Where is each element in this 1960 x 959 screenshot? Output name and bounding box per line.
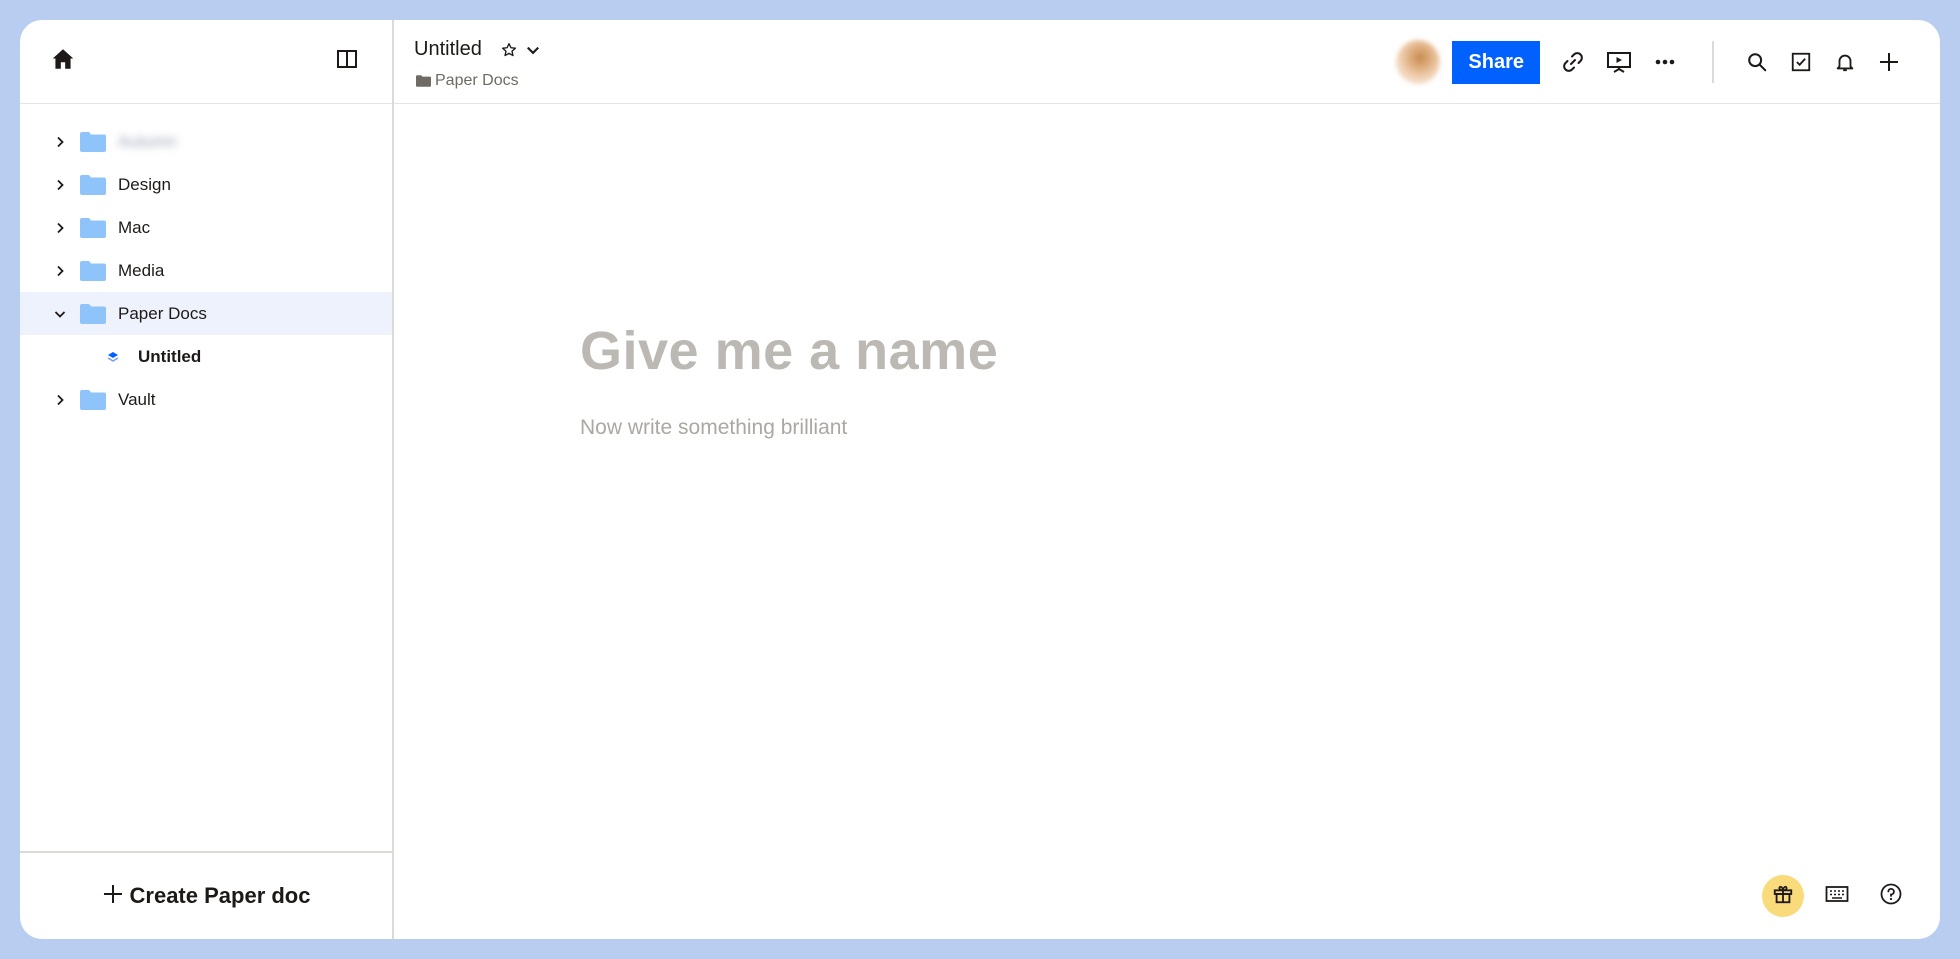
sidebar-item-folder[interactable]: Autumn: [20, 120, 392, 163]
folder-icon: [80, 217, 108, 239]
doc-title-row: Untitled: [414, 38, 544, 61]
folder-icon: [80, 260, 108, 282]
search-icon[interactable]: [1737, 42, 1777, 82]
folder-tree: Autumn Design Mac Media Paper Docs Untit…: [20, 104, 392, 851]
gift-icon: [1772, 883, 1794, 910]
link-icon[interactable]: [1553, 42, 1593, 82]
sidebar-item-label: Untitled: [138, 346, 202, 366]
help-icon: [1879, 882, 1903, 911]
footer-actions: [1762, 875, 1912, 917]
chevron-down-icon[interactable]: [522, 39, 544, 61]
bell-icon[interactable]: [1825, 42, 1865, 82]
sidebar-item-untitled-doc[interactable]: Untitled: [20, 335, 392, 378]
chevron-right-icon[interactable]: [50, 218, 70, 238]
app-window: Autumn Design Mac Media Paper Docs Untit…: [20, 20, 1940, 939]
present-icon[interactable]: [1599, 42, 1639, 82]
chevron-right-icon[interactable]: [50, 132, 70, 152]
sidebar-item-folder[interactable]: Media: [20, 249, 392, 292]
sidebar-item-label: Autumn: [118, 131, 177, 151]
create-paper-doc-button[interactable]: Create Paper doc: [102, 882, 311, 910]
doc-header: Untitled Paper Docs Share: [394, 20, 1940, 104]
sidebar-item-folder[interactable]: Vault: [20, 378, 392, 421]
gift-button[interactable]: [1762, 875, 1804, 917]
title-actions: [498, 39, 544, 61]
sidebar-item-label: Mac: [118, 217, 151, 237]
chevron-down-icon[interactable]: [50, 304, 70, 324]
keyboard-shortcuts-button[interactable]: [1816, 875, 1858, 917]
avatar[interactable]: [1396, 40, 1441, 84]
folder-icon: [416, 75, 431, 87]
folder-icon: [80, 174, 108, 196]
breadcrumb-label: Paper Docs: [435, 72, 519, 89]
home-button[interactable]: [46, 45, 80, 79]
chevron-right-icon[interactable]: [50, 390, 70, 410]
folder-icon: [80, 389, 108, 411]
sidebar-item-paper-docs[interactable]: Paper Docs: [20, 292, 392, 335]
toolbar-divider: [1712, 41, 1714, 83]
paper-doc-icon: [104, 348, 122, 366]
share-button[interactable]: Share: [1452, 40, 1540, 84]
home-icon: [50, 46, 76, 77]
sidebar-item-label: Paper Docs: [118, 303, 207, 323]
doc-title-placeholder[interactable]: Give me a name: [580, 320, 998, 382]
global-actions: [1736, 42, 1910, 82]
sidebar-header: [20, 20, 392, 104]
star-icon[interactable]: [498, 39, 520, 61]
doc-title[interactable]: Untitled: [414, 38, 482, 61]
plus-icon[interactable]: [1869, 42, 1909, 82]
create-paper-doc-label: Create Paper doc: [129, 883, 311, 908]
header-actions: Share: [1396, 40, 1910, 84]
chevron-right-icon[interactable]: [50, 261, 70, 281]
doc-body-placeholder[interactable]: Now write something brilliant: [580, 416, 998, 440]
main-area: Untitled Paper Docs Share Give me a name…: [394, 20, 1940, 939]
sidebar-toggle-button[interactable]: [330, 45, 364, 79]
checkbox-icon[interactable]: [1781, 42, 1821, 82]
folder-icon: [80, 303, 108, 325]
sidebar-item-folder[interactable]: Design: [20, 163, 392, 206]
sidebar-item-label: Design: [118, 174, 171, 194]
more-icon[interactable]: [1645, 42, 1685, 82]
sidebar-item-label: Media: [118, 260, 165, 280]
plus-icon: [102, 882, 124, 910]
help-button[interactable]: [1870, 875, 1912, 917]
sidebar-item-folder[interactable]: Mac: [20, 206, 392, 249]
sidebar-toggle-icon: [336, 48, 358, 75]
chevron-right-icon[interactable]: [50, 175, 70, 195]
doc-editor[interactable]: Give me a name Now write something brill…: [580, 320, 998, 440]
sidebar-footer: Create Paper doc: [20, 851, 392, 939]
keyboard-icon: [1825, 885, 1849, 908]
breadcrumb[interactable]: Paper Docs: [416, 72, 519, 90]
sidebar: Autumn Design Mac Media Paper Docs Untit…: [20, 20, 394, 939]
sidebar-item-label: Vault: [118, 389, 156, 409]
folder-icon: [80, 131, 108, 153]
